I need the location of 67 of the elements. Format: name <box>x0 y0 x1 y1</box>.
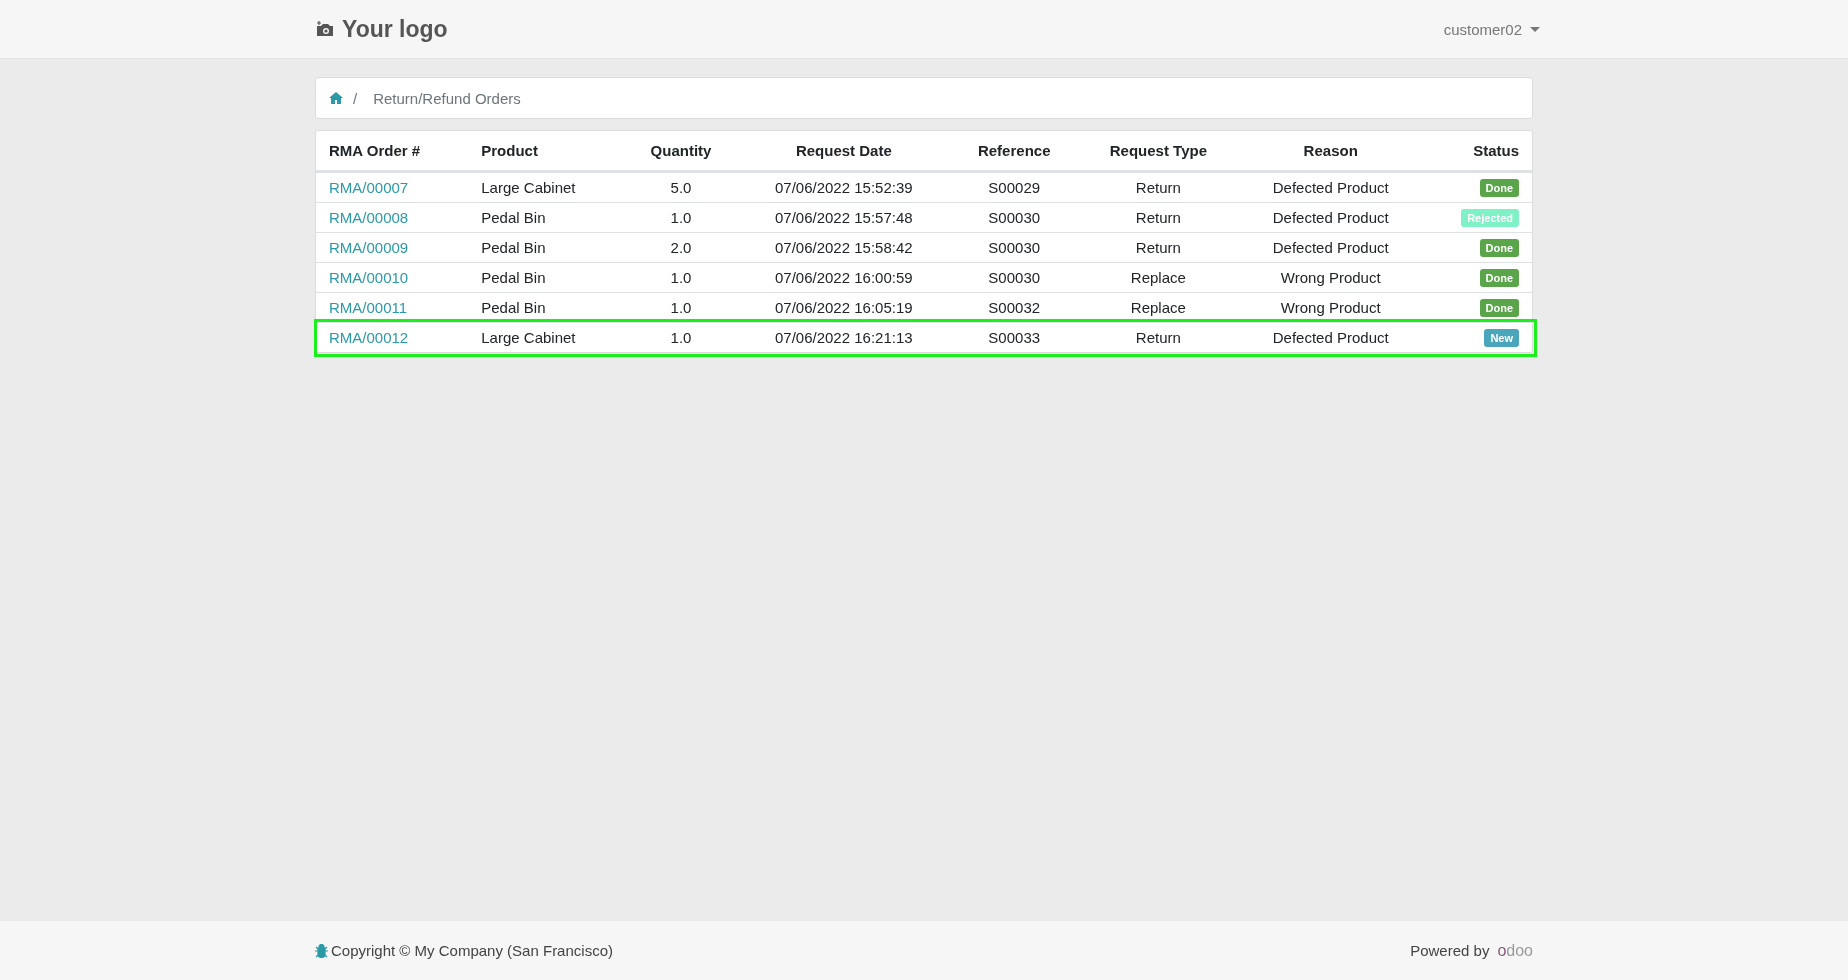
table-cell: Return <box>1078 232 1239 263</box>
table-cell: Large Cabinet <box>468 322 625 352</box>
column-header: Product <box>468 131 625 172</box>
status-badge: Done <box>1479 239 1519 257</box>
table-cell: 07/06/2022 15:57:48 <box>737 202 951 233</box>
table-cell: 1.0 <box>624 262 738 293</box>
order-link[interactable]: RMA/00008 <box>329 209 409 226</box>
table-cell: Defected Product <box>1238 232 1423 263</box>
logo-link[interactable]: Your logo <box>308 15 456 43</box>
table-cell: Replace <box>1078 292 1239 323</box>
home-icon[interactable] <box>329 92 343 104</box>
status-badge: New <box>1484 329 1519 347</box>
column-header: Quantity <box>624 131 738 172</box>
table-cell: Wrong Product <box>1238 292 1423 323</box>
table-cell: Return <box>1078 322 1239 352</box>
column-header: Request Type <box>1078 131 1239 172</box>
table-cell: S00030 <box>950 232 1079 263</box>
column-header: Status <box>1422 131 1532 172</box>
column-header: Request Date <box>737 131 951 172</box>
breadcrumb-current: Return/Refund Orders <box>373 89 521 107</box>
table-cell: Pedal Bin <box>468 232 625 263</box>
column-header: Reason <box>1238 131 1423 172</box>
table-cell: 1.0 <box>624 292 738 323</box>
table-cell: S00030 <box>950 202 1079 233</box>
table-cell: Defected Product <box>1238 322 1423 352</box>
table-cell: 07/06/2022 15:52:39 <box>737 171 951 203</box>
table-cell: Defected Product <box>1238 171 1423 203</box>
column-header: Reference <box>950 131 1079 172</box>
copyright-text: Copyright © My Company (San Francisco) <box>331 942 613 959</box>
table-cell: S00030 <box>950 262 1079 293</box>
caret-icon <box>1530 26 1540 32</box>
table-cell: Pedal Bin <box>468 262 625 293</box>
order-link[interactable]: RMA/00012 <box>329 329 409 346</box>
powered-by-text: Powered by <box>1410 942 1490 959</box>
table-cell: Return <box>1078 171 1239 203</box>
status-badge: Done <box>1479 179 1519 197</box>
table-cell: Pedal Bin <box>468 292 625 323</box>
breadcrumb-separator: / <box>353 89 358 107</box>
table-cell: S00029 <box>950 171 1079 203</box>
table-cell: 1.0 <box>624 202 738 233</box>
table-cell: Return <box>1078 202 1239 233</box>
table-cell: Defected Product <box>1238 202 1423 233</box>
status-badge: Done <box>1479 299 1519 317</box>
table-cell: 1.0 <box>624 322 738 352</box>
column-header: RMA Order # <box>316 131 469 172</box>
table-cell: Wrong Product <box>1238 262 1423 293</box>
order-link[interactable]: RMA/00009 <box>329 239 409 256</box>
table-cell: 07/06/2022 16:21:13 <box>737 322 951 352</box>
camera-icon <box>316 21 334 37</box>
table-cell: Pedal Bin <box>468 202 625 233</box>
order-link[interactable]: RMA/00007 <box>329 179 409 196</box>
table-cell: S00033 <box>950 322 1079 352</box>
order-link[interactable]: RMA/00010 <box>329 269 409 286</box>
table-cell: Replace <box>1078 262 1239 293</box>
status-badge: Rejected <box>1461 209 1519 227</box>
table-cell: S00032 <box>950 292 1079 323</box>
table-cell: 07/06/2022 16:05:19 <box>737 292 951 323</box>
table-cell: Large Cabinet <box>468 171 625 203</box>
brand-logo-link[interactable]: odoo <box>1497 941 1533 960</box>
bug-icon <box>315 943 328 958</box>
user-menu[interactable]: customer02 <box>1443 20 1540 38</box>
table-cell: 2.0 <box>624 232 738 263</box>
order-link[interactable]: RMA/00011 <box>329 299 408 316</box>
table-cell: 5.0 <box>624 171 738 203</box>
status-badge: Done <box>1479 269 1519 287</box>
table-cell: 07/06/2022 15:58:42 <box>737 232 951 263</box>
table-cell: 07/06/2022 16:00:59 <box>737 262 951 293</box>
